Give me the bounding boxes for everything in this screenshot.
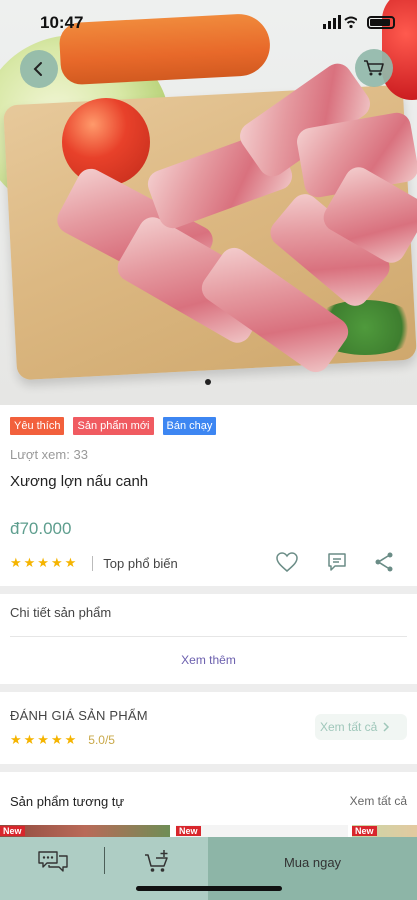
new-tag: New xyxy=(176,826,201,836)
status-bar: 10:47 xyxy=(0,0,417,44)
cart-icon xyxy=(364,60,384,76)
buy-now-label: Mua ngay xyxy=(283,855,342,870)
battery-icon xyxy=(367,16,395,29)
rating-stars: ★★★★★ xyxy=(10,555,79,570)
see-all-reviews-button[interactable]: Xem tất cả xyxy=(315,714,407,740)
add-to-cart-icon[interactable] xyxy=(144,848,172,874)
back-button[interactable] xyxy=(20,50,58,88)
review-panel: ĐÁNH GIÁ SẢN PHẨM ★★★★★ 5.0/5 Xem tất cả xyxy=(0,692,417,764)
product-info-panel: Yêu thích Sản phẩm mới Bán chạy Lượt xem… xyxy=(0,405,417,586)
badge-favorite: Yêu thích xyxy=(10,417,65,435)
share-icon[interactable] xyxy=(373,551,395,573)
divider xyxy=(92,555,94,571)
status-time: 10:47 xyxy=(40,13,84,32)
badge-list: Yêu thích Sản phẩm mới Bán chạy xyxy=(10,417,217,435)
product-name: Xương lợn nấu canh xyxy=(10,473,149,490)
signal-wifi-icon xyxy=(323,15,357,29)
divider xyxy=(104,847,105,874)
rating-row: ★★★★★ Top phổ biến xyxy=(10,555,178,571)
home-indicator xyxy=(136,886,282,891)
review-score-row: ★★★★★ 5.0/5 xyxy=(10,732,115,748)
review-stars: ★★★★★ xyxy=(10,732,79,747)
view-count: Lượt xem: 33 xyxy=(10,447,88,462)
see-all-reviews-label: Xem tất cả xyxy=(320,720,378,734)
product-price: đ70.000 xyxy=(10,519,72,538)
cart-button[interactable] xyxy=(355,49,393,87)
product-detail-panel: Chi tiết sản phẩm Xem thêm xyxy=(0,594,417,684)
review-title: ĐÁNH GIÁ SẢN PHẨM xyxy=(10,708,148,723)
tomato-graphic xyxy=(62,98,150,186)
popularity-label: Top phổ biến xyxy=(103,555,178,571)
divider xyxy=(10,636,407,637)
see-more-link[interactable]: Xem thêm xyxy=(0,653,417,667)
similar-products-panel: Sản phẩm tương tự Xem tất cả New New New xyxy=(0,772,417,845)
new-tag: New xyxy=(352,826,377,836)
similar-title: Sản phẩm tương tự xyxy=(10,794,125,809)
chat-icon[interactable] xyxy=(37,849,69,873)
badge-new-product: Sản phẩm mới xyxy=(73,417,154,435)
chevron-left-icon xyxy=(33,62,42,76)
chevron-right-icon xyxy=(383,722,390,732)
comment-icon[interactable] xyxy=(326,551,348,573)
image-pagination-dot[interactable] xyxy=(205,379,211,385)
new-tag: New xyxy=(0,826,25,836)
detail-title: Chi tiết sản phẩm xyxy=(10,605,112,620)
badge-bestseller: Bán chạy xyxy=(162,417,217,435)
similar-see-all-link[interactable]: Xem tất cả xyxy=(350,794,407,808)
heart-icon[interactable] xyxy=(275,551,299,573)
review-score: 5.0/5 xyxy=(88,733,115,747)
product-image xyxy=(0,0,417,405)
